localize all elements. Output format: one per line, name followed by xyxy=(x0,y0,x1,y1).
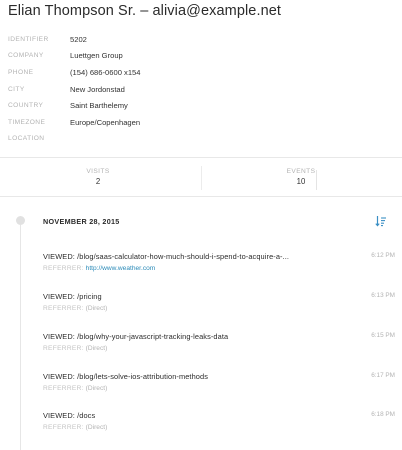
timeline-event: VIEWED: /blog/lets-solve-ios-attribution… xyxy=(43,372,395,398)
stat-divider xyxy=(316,170,317,190)
referrer-value: (Direct) xyxy=(85,424,108,431)
property-value: Europe/Copenhagen xyxy=(70,118,141,127)
property-row-timezone: TIMEZONE Europe/Copenhagen xyxy=(0,117,402,131)
stat-divider xyxy=(201,166,202,190)
property-value: 5202 xyxy=(70,35,87,44)
referrer-label: REFERRER: xyxy=(43,265,84,272)
referrer-label: REFERRER: xyxy=(43,385,84,392)
property-key: COMPANY xyxy=(8,52,44,59)
property-key: CITY xyxy=(8,86,25,93)
property-row-country: COUNTRY Saint Barthelemy xyxy=(0,100,402,114)
divider xyxy=(0,196,402,197)
event-time: 6:13 PM xyxy=(371,292,395,299)
event-type: VIEWED: xyxy=(43,332,75,341)
property-row-location: LOCATION xyxy=(0,133,402,147)
event-referrer: REFERRER: (Direct) xyxy=(43,385,107,392)
referrer-label: REFERRER: xyxy=(43,345,84,352)
events-value: 10 xyxy=(296,177,306,186)
referrer-link[interactable]: http://www.weather.com xyxy=(86,265,156,272)
event-path: /blog/why-your-javascript-tracking-leaks… xyxy=(77,332,229,341)
property-row-phone: PHONE (154) 686-0600 x154 xyxy=(0,67,402,81)
visits-stat: VISITS 2 xyxy=(68,168,128,186)
event-title: VIEWED: /blog/saas-calculator-how-much-s… xyxy=(43,252,289,261)
event-referrer: REFERRER: (Direct) xyxy=(43,424,107,431)
events-label: EVENTS xyxy=(286,168,316,175)
event-time: 6:18 PM xyxy=(371,411,395,418)
event-referrer: REFERRER: (Direct) xyxy=(43,345,107,352)
event-type: VIEWED: xyxy=(43,252,75,261)
property-row-company: COMPANY Luettgen Group xyxy=(0,50,402,64)
referrer-value: (Direct) xyxy=(85,385,108,392)
property-key: LOCATION xyxy=(8,135,45,142)
referrer-value: (Direct) xyxy=(85,345,108,352)
event-title: VIEWED: /pricing xyxy=(43,292,102,301)
timeline-event: VIEWED: /pricing 6:13 PM REFERRER: (Dire… xyxy=(43,292,395,318)
event-title: VIEWED: /docs xyxy=(43,411,95,420)
event-title: VIEWED: /blog/why-your-javascript-tracki… xyxy=(43,332,228,341)
visits-label: VISITS xyxy=(86,168,110,175)
event-type: VIEWED: xyxy=(43,372,75,381)
events-stat: EVENTS 10 xyxy=(271,168,331,186)
referrer-value: (Direct) xyxy=(85,305,108,312)
event-path: /pricing xyxy=(77,292,102,301)
property-key: PHONE xyxy=(8,69,34,76)
event-time: 6:12 PM xyxy=(371,252,395,259)
timeline-date: NOVEMBER 28, 2015 xyxy=(43,217,120,226)
property-key: TIMEZONE xyxy=(8,119,46,126)
referrer-label: REFERRER: xyxy=(43,424,84,431)
property-value: (154) 686-0600 x154 xyxy=(70,68,141,77)
event-referrer: REFERRER: (Direct) xyxy=(43,305,107,312)
property-value: Luettgen Group xyxy=(70,51,123,60)
event-time: 6:17 PM xyxy=(371,372,395,379)
visits-value: 2 xyxy=(95,177,101,186)
timeline-line xyxy=(20,218,21,450)
property-key: COUNTRY xyxy=(8,102,44,109)
sort-descending-icon[interactable] xyxy=(375,215,387,227)
property-key: IDENTIFIER xyxy=(8,36,49,43)
event-path: /docs xyxy=(77,411,96,420)
timeline-dot xyxy=(16,216,25,225)
property-row-identifier: IDENTIFIER 5202 xyxy=(0,34,402,48)
event-type: VIEWED: xyxy=(43,411,75,420)
property-row-city: CITY New Jordonstad xyxy=(0,84,402,98)
timeline-event: VIEWED: /blog/saas-calculator-how-much-s… xyxy=(43,252,395,278)
property-value: New Jordonstad xyxy=(70,85,125,94)
referrer-label: REFERRER: xyxy=(43,305,84,312)
event-type: VIEWED: xyxy=(43,292,75,301)
property-value: Saint Barthelemy xyxy=(70,101,128,110)
divider xyxy=(0,157,402,158)
timeline-event: VIEWED: /docs 6:18 PM REFERRER: (Direct) xyxy=(43,411,395,437)
timeline-event: VIEWED: /blog/why-your-javascript-tracki… xyxy=(43,332,395,358)
event-referrer: REFERRER: http://www.weather.com xyxy=(43,265,155,272)
page-title: Elian Thompson Sr. – alivia@example.net xyxy=(8,3,282,19)
event-title: VIEWED: /blog/lets-solve-ios-attribution… xyxy=(43,372,208,381)
event-path: /blog/lets-solve-ios-attribution-methods xyxy=(77,372,209,381)
event-path: /blog/saas-calculator-how-much-should-i-… xyxy=(77,252,290,261)
event-time: 6:15 PM xyxy=(371,332,395,339)
